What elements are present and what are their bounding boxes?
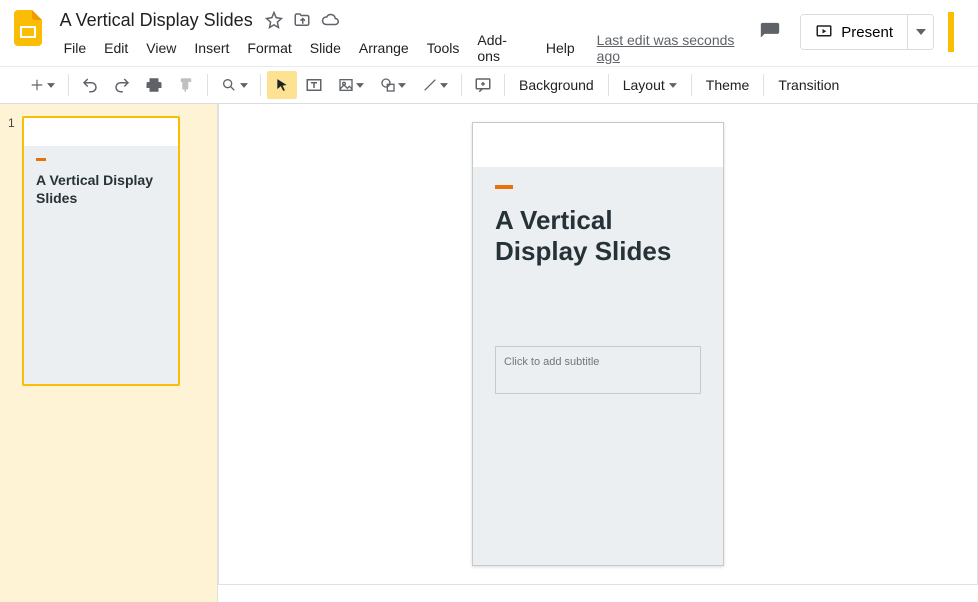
menu-edit[interactable]: Edit <box>96 36 136 60</box>
thumb-number: 1 <box>8 116 15 130</box>
thumb-title: A Vertical Display Slides <box>36 171 166 207</box>
menu-file[interactable]: File <box>56 36 95 60</box>
new-slide-button[interactable] <box>22 71 62 99</box>
line-tool[interactable] <box>415 71 455 99</box>
menu-tools[interactable]: Tools <box>419 36 468 60</box>
filmstrip[interactable]: 1 A Vertical Display Slides <box>0 104 218 602</box>
cloud-saved-icon[interactable] <box>321 11 339 29</box>
present-dropdown[interactable] <box>907 15 933 49</box>
print-button[interactable] <box>139 71 169 99</box>
menu-view[interactable]: View <box>138 36 184 60</box>
present-label: Present <box>841 24 893 41</box>
move-to-folder-icon[interactable] <box>293 11 311 29</box>
menu-bar: File Edit View Insert Format Slide Arran… <box>56 34 757 62</box>
thumb-accent-bar <box>36 158 46 161</box>
transition-button[interactable]: Transition <box>770 73 847 97</box>
zoom-button[interactable] <box>214 71 254 99</box>
layout-button[interactable]: Layout <box>615 73 685 97</box>
menu-help[interactable]: Help <box>538 36 583 60</box>
theme-button[interactable]: Theme <box>698 73 758 97</box>
menu-insert[interactable]: Insert <box>186 36 237 60</box>
menu-addons[interactable]: Add-ons <box>469 28 535 68</box>
slide[interactable]: A Vertical Display Slides Click to add s… <box>472 122 724 566</box>
image-tool[interactable] <box>331 71 371 99</box>
open-comments-icon[interactable] <box>756 18 784 46</box>
present-button[interactable]: Present <box>801 15 907 49</box>
last-edit-link[interactable]: Last edit was seconds ago <box>597 32 757 64</box>
menu-arrange[interactable]: Arrange <box>351 36 417 60</box>
menu-format[interactable]: Format <box>239 36 299 60</box>
background-button[interactable]: Background <box>511 73 602 97</box>
toolbar: Background Layout Theme Transition <box>0 66 978 104</box>
speaker-notes-bar[interactable] <box>218 584 978 602</box>
slides-logo[interactable] <box>8 8 48 48</box>
account-color-bar <box>948 12 954 52</box>
paint-format-button[interactable] <box>171 71 201 99</box>
select-tool[interactable] <box>267 71 297 99</box>
slide-accent-bar <box>495 185 513 189</box>
menu-slide[interactable]: Slide <box>302 36 349 60</box>
redo-button[interactable] <box>107 71 137 99</box>
subtitle-placeholder-box[interactable]: Click to add subtitle <box>495 346 701 394</box>
canvas[interactable]: A Vertical Display Slides Click to add s… <box>218 104 977 602</box>
shape-tool[interactable] <box>373 71 413 99</box>
comment-tool[interactable] <box>468 71 498 99</box>
document-title[interactable]: A Vertical Display Slides <box>56 9 257 32</box>
textbox-tool[interactable] <box>299 71 329 99</box>
subtitle-placeholder-text: Click to add subtitle <box>504 356 599 368</box>
undo-button[interactable] <box>75 71 105 99</box>
star-icon[interactable] <box>265 11 283 29</box>
slide-title[interactable]: A Vertical Display Slides <box>495 205 701 266</box>
slide-thumbnail[interactable]: A Vertical Display Slides <box>22 116 180 386</box>
